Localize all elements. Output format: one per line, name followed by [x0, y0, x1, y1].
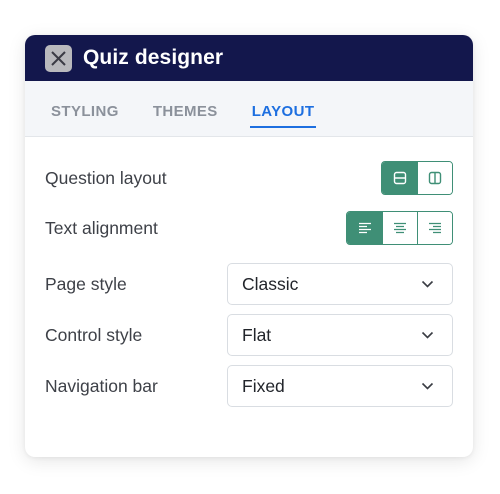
question-layout-label: Question layout — [45, 167, 167, 188]
page-style-select[interactable]: Classic — [227, 263, 453, 305]
question-layout-row: Question layout — [45, 161, 453, 195]
align-left-button[interactable] — [347, 212, 382, 244]
text-alignment-label: Text alignment — [45, 217, 158, 238]
page-style-row: Page style Classic — [45, 263, 453, 305]
align-center-icon — [394, 222, 406, 234]
control-style-select[interactable]: Flat — [227, 314, 453, 356]
tab-bar: STYLING THEMES LAYOUT — [25, 81, 473, 137]
chevron-down-icon — [421, 331, 434, 339]
navigation-bar-select[interactable]: Fixed — [227, 365, 453, 407]
close-icon — [51, 50, 66, 66]
close-button[interactable] — [45, 44, 72, 72]
tab-layout[interactable]: LAYOUT — [249, 81, 317, 137]
text-alignment-toggle — [346, 211, 453, 245]
navigation-bar-row: Navigation bar Fixed — [45, 365, 453, 407]
align-right-button[interactable] — [417, 212, 452, 244]
chevron-down-icon — [421, 382, 434, 390]
page-style-value: Classic — [242, 273, 299, 294]
align-left-icon — [358, 222, 371, 234]
control-style-value: Flat — [242, 324, 272, 345]
control-style-row: Control style Flat — [45, 314, 453, 356]
quiz-designer-panel: Quiz designer STYLING THEMES LAYOUT Ques… — [25, 35, 473, 457]
align-right-icon — [429, 222, 441, 234]
page-style-label: Page style — [45, 273, 127, 294]
vertical-layout-icon — [428, 171, 442, 185]
horizontal-layout-button[interactable] — [382, 162, 417, 194]
titlebar: Quiz designer — [25, 35, 473, 81]
window-title: Quiz designer — [83, 46, 224, 69]
vertical-layout-button[interactable] — [417, 162, 452, 194]
tab-styling[interactable]: STYLING — [51, 81, 119, 137]
control-style-label: Control style — [45, 324, 143, 345]
chevron-down-icon — [421, 280, 434, 288]
navigation-bar-label: Navigation bar — [45, 375, 158, 396]
question-layout-toggle — [381, 161, 453, 195]
navigation-bar-value: Fixed — [242, 375, 285, 396]
align-center-button[interactable] — [382, 212, 417, 244]
tab-themes[interactable]: THEMES — [153, 81, 218, 137]
text-alignment-row: Text alignment — [45, 211, 453, 245]
horizontal-layout-icon — [393, 171, 406, 185]
